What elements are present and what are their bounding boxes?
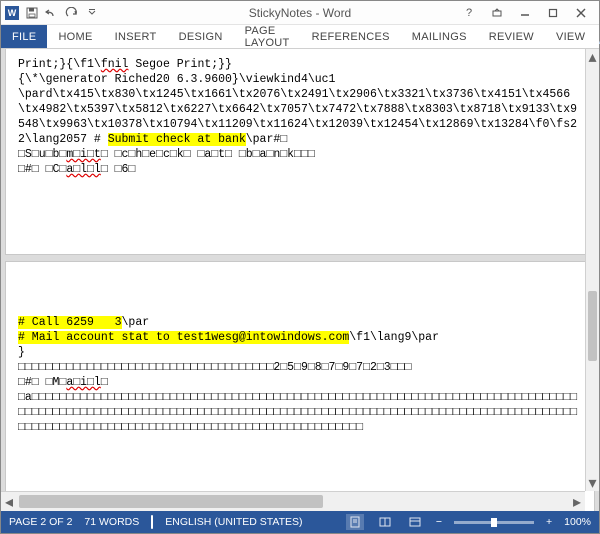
text: Print;}{\f1\fnil Segoe Print;}} {\*\gene…: [18, 58, 577, 146]
scroll-track[interactable]: [17, 492, 569, 511]
tab-view[interactable]: VIEW: [545, 25, 596, 48]
text: □#□ □M□a□i□l□: [18, 376, 108, 389]
highlight-submit-check: Submit check at bank: [108, 133, 246, 146]
text: \f1\lang9\par: [349, 331, 439, 344]
text: }: [18, 346, 25, 359]
title-bar: W StickyNotes - Word ?: [1, 1, 599, 25]
ribbon-options-button[interactable]: [483, 3, 511, 23]
language-indicator[interactable]: ENGLISH (UNITED STATES): [165, 516, 302, 528]
close-button[interactable]: [567, 3, 595, 23]
qat-customize-icon[interactable]: [85, 6, 99, 20]
tab-mailings[interactable]: MAILINGS: [401, 25, 478, 48]
zoom-slider[interactable]: [454, 521, 534, 524]
status-bar: PAGE 2 OF 2 71 WORDS ENGLISH (UNITED STA…: [1, 511, 599, 533]
print-layout-view-icon[interactable]: [346, 514, 364, 530]
scroll-thumb[interactable]: [19, 495, 323, 508]
account-icon[interactable]: [596, 25, 600, 48]
scroll-track[interactable]: [586, 65, 599, 475]
zoom-slider-knob[interactable]: [491, 518, 497, 527]
text: \par: [122, 316, 150, 329]
word-app-icon: W: [5, 6, 19, 20]
text: □#□ □C□a□l□l□ □6□: [18, 163, 135, 176]
highlight-call: # Call 6259 3: [18, 316, 122, 329]
text: □□□□□□□□□□□□□□□□□□□□□□□□□□□□□□□□□□□□□2□5…: [18, 361, 411, 374]
page-1[interactable]: Print;}{\f1\fnil Segoe Print;}} {\*\gene…: [5, 49, 595, 255]
text: □a□□□□□□□□□□□□□□□□□□□□□□□□□□□□□□□□□□□□□□…: [18, 391, 577, 434]
redo-icon[interactable]: [65, 6, 79, 20]
page-2[interactable]: # Call 6259 3\par # Mail account stat to…: [5, 261, 595, 511]
page-indicator[interactable]: PAGE 2 OF 2: [9, 516, 72, 528]
document-text[interactable]: Print;}{\f1\fnil Segoe Print;}} {\*\gene…: [18, 57, 582, 177]
tab-insert[interactable]: INSERT: [104, 25, 168, 48]
horizontal-scrollbar[interactable]: ◂ ▸: [1, 491, 585, 511]
vertical-scrollbar[interactable]: ▴ ▾: [585, 49, 599, 491]
tab-home[interactable]: HOME: [47, 25, 103, 48]
window-controls: ?: [455, 3, 595, 23]
scroll-right-icon[interactable]: ▸: [569, 492, 585, 512]
tab-review[interactable]: REVIEW: [478, 25, 545, 48]
minimize-button[interactable]: [511, 3, 539, 23]
zoom-in-button[interactable]: +: [546, 516, 552, 528]
word-count[interactable]: 71 WORDS: [84, 516, 139, 528]
proofing-icon[interactable]: [151, 516, 153, 528]
scroll-left-icon[interactable]: ◂: [1, 492, 17, 512]
highlight-mail: # Mail account stat to test1wesg@intowin…: [18, 331, 349, 344]
scroll-thumb[interactable]: [588, 291, 597, 361]
web-layout-view-icon[interactable]: [406, 514, 424, 530]
undo-icon[interactable]: [45, 6, 59, 20]
tab-design[interactable]: DESIGN: [168, 25, 234, 48]
zoom-level[interactable]: 100%: [564, 516, 591, 528]
tab-file[interactable]: FILE: [1, 25, 47, 48]
read-mode-view-icon[interactable]: [376, 514, 394, 530]
quick-access-toolbar: W: [5, 6, 99, 20]
scroll-down-icon[interactable]: ▾: [586, 475, 599, 491]
zoom-out-button[interactable]: −: [436, 516, 442, 528]
tab-references[interactable]: REFERENCES: [301, 25, 401, 48]
window-title: StickyNotes - Word: [249, 6, 351, 20]
save-icon[interactable]: [25, 6, 39, 20]
text: \par#□: [246, 133, 287, 146]
document-text[interactable]: # Call 6259 3\par # Mail account stat to…: [18, 270, 582, 435]
document-area: Print;}{\f1\fnil Segoe Print;}} {\*\gene…: [1, 49, 599, 511]
help-button[interactable]: ?: [455, 3, 483, 23]
maximize-button[interactable]: [539, 3, 567, 23]
tab-page-layout[interactable]: PAGE LAYOUT: [234, 25, 301, 48]
ribbon-tabs: FILE HOME INSERT DESIGN PAGE LAYOUT REFE…: [1, 25, 599, 49]
scroll-up-icon[interactable]: ▴: [586, 49, 599, 65]
text: □S□u□b□m□i□t□ □c□h□e□c□k□ □a□t□ □b□a□n□k…: [18, 148, 315, 161]
